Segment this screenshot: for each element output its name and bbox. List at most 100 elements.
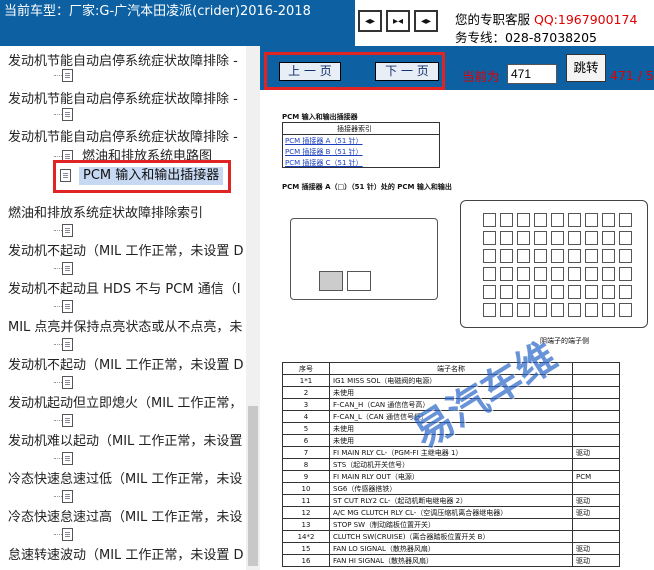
next-toc-button[interactable]: ◂▸ [414,10,438,32]
connector-pin [534,231,547,245]
table-cell: A/C MG CLUTCH RLY CL-（空调压缩机离合器继电器） [329,506,573,519]
table-cell: 16 [282,554,330,567]
table-cell: FAN HI SIGNAL（散热器风扇） [329,554,573,567]
service-hotline: 务专线：028-87038205 [455,30,597,45]
selected-tree-item[interactable]: PCM 输入和输出插接器 [53,160,231,193]
jump-button[interactable]: 跳转 [566,54,606,82]
connector-pin [500,249,513,263]
table-cell: 9 [282,470,330,483]
connector-pin [568,267,581,281]
index-link-b[interactable]: PCM 插接器 B（51 针） [285,147,363,157]
customer-service-info: 您的专职客服 QQ:1967900174 务专线：028-87038205 [455,11,637,47]
connector-pin [483,249,496,263]
table-cell: 7 [282,446,330,459]
connector-pin [483,303,496,317]
connector-pin [568,231,581,245]
table-cell: STOP SW（制动踏板位置开关） [329,518,573,531]
table-cell: 8 [282,458,330,471]
connector-pin [483,213,496,227]
index-link-a[interactable]: PCM 插接器 A（51 针） [285,136,363,146]
prev-toc-button[interactable]: ◂▸ [358,10,382,32]
tree-item[interactable]: 冷态快速怠速过低（MIL 工作正常，未设 [8,471,242,489]
index-link-c[interactable]: PCM 插接器 C（51 针） [285,158,363,168]
table-cell: 4 [282,410,330,423]
arrows-icon: ◂▸ [364,15,376,27]
connector-pin [585,231,598,245]
service-label: 您的专职客服 [455,12,531,27]
tree-item[interactable]: 发动机节能自动启停系统症状故障排除 - [8,53,238,71]
connector-pin [568,249,581,263]
prev-page-button[interactable]: 上 一 页 [279,62,341,81]
tree-item[interactable]: 发动机起动但立即熄火（MIL 工作正常， [8,395,242,413]
page-number-input[interactable] [507,64,557,84]
table-cell: 1*1 [282,374,330,387]
connector-pin [585,249,598,263]
next-page-button[interactable]: 下 一 页 [375,62,439,81]
table-cell: 15 [282,542,330,555]
table-cell: 12 [282,506,330,519]
tree-scrollbar[interactable] [246,46,260,570]
connector-pin [500,231,513,245]
connector-pin [534,285,547,299]
table-cell: ST CUT RLY2 CL-（起动机断电继电器 2） [329,494,573,507]
document-icon [62,108,73,121]
table-cell: CLUTCH SW(CRUISE)（离合器踏板位置开关 B） [329,530,573,543]
table-cell: 驱动 [572,494,620,507]
table-row: 13 STOP SW（制动踏板位置开关） [282,518,620,531]
table-cell: PCM [572,470,620,483]
connector-pin [602,249,615,263]
tree-item[interactable]: MIL 点亮并保持点亮状态或从不点亮，未 [8,319,242,337]
tree-item[interactable]: 冷态快速怠速过高（MIL 工作正常，未设 [8,509,242,527]
connector-pin [517,303,530,317]
table-cell: 6 [282,434,330,447]
tree-item[interactable]: 燃油和排放系统症状故障排除索引 [8,205,203,223]
tree-item[interactable]: 发动机节能自动启停系统症状故障排除 - [8,129,238,147]
table-row: 16 FAN HI SIGNAL（散热器风扇） 驱动 [282,554,620,567]
page-total: 471 / 50 [610,68,654,83]
table-cell: 11 [282,494,330,507]
document-icon [62,69,73,82]
connector-pin [534,303,547,317]
tree-item[interactable]: 怠速转速波动（MIL 工作正常，未设置 D [8,547,244,565]
tree-item[interactable]: 发动机节能自动启停系统症状故障排除 - [8,91,238,109]
connector-pin [483,231,496,245]
connector-index-box: 插接器索引 PCM 插接器 A（51 针） PCM 插接器 B（51 针） PC… [282,122,440,168]
document-page: PCM 输入和输出插接器 插接器索引 PCM 插接器 A（51 针） PCM 插… [260,90,654,570]
connector-pin [602,231,615,245]
tree-item[interactable]: 发动机不起动（MIL 工作正常，未设置 D [8,357,244,375]
document-icon [62,224,73,237]
table-row: 15 FAN LO SIGNAL（散热器风扇） 驱动 [282,542,620,555]
connector-pin [551,285,564,299]
table-cell: 10 [282,482,330,495]
toc-tree: 发动机节能自动启停系统症状故障排除 - 发动机节能自动启停系统症状故障排除 - 发动… [0,46,246,570]
arrows-icon: ◂▸ [420,15,432,27]
document-icon [62,376,73,389]
connector-pin [619,231,632,245]
section-title: PCM 输入和输出插接器 [282,113,358,121]
table-cell: 14*2 [282,530,330,543]
connector-pin [551,213,564,227]
table-cell: FAN LO SIGNAL（散热器风扇） [329,542,573,555]
connector-pin [602,213,615,227]
document-icon [62,528,73,541]
table-cell: 驱动 [572,506,620,519]
tree-item[interactable]: 发动机不起动且 HDS 不与 PCM 通信（I [8,281,241,299]
document-viewer: 上 一 页 下 一 页 当前为 跳转 471 / 50 PCM 输入和输出插接器… [260,46,654,570]
table-row: 11 ST CUT RLY2 CL-（起动机断电继电器 2） 驱动 [282,494,620,507]
document-icon [62,490,73,503]
viewer-toolbar: 上 一 页 下 一 页 当前为 跳转 471 / 50 [260,46,654,90]
connector-outline [290,218,438,300]
tree-item[interactable]: 发动机不起动（MIL 工作正常，未设置 D [8,243,244,261]
expand-button[interactable]: ▸◂ [386,10,410,32]
connector-pin [500,285,513,299]
connector-pin [517,285,530,299]
connector-heading: PCM 插接器 A（□）（51 针）处的 PCM 输入和输出 [282,183,452,191]
scrollbar-thumb[interactable] [248,406,258,566]
qq-number[interactable]: QQ:1967900174 [534,12,637,27]
document-icon [62,452,73,465]
table-cell: 2 [282,386,330,399]
header-cell: 序号 [282,362,330,375]
connector-pin [619,249,632,263]
vehicle-model-label: 当前车型：厂家:G-广汽本田凌派(crider)2016-2018 [0,0,355,46]
tree-item[interactable]: 发动机难以起动（MIL 工作正常，未设置 [8,433,242,451]
